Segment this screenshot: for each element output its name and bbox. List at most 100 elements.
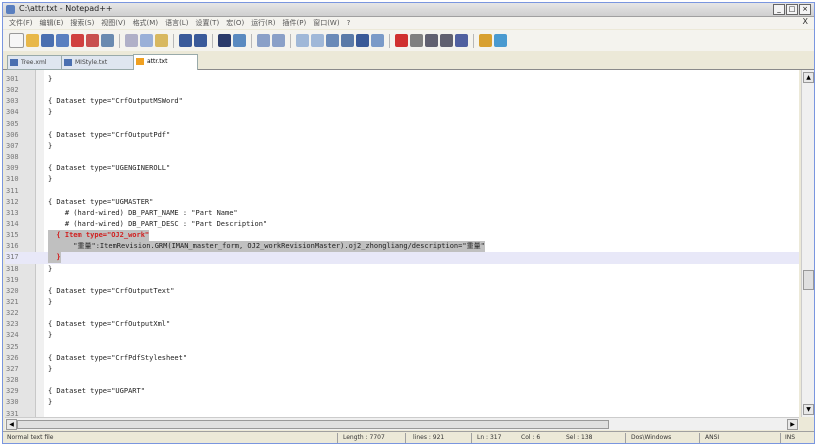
indent-guide-icon[interactable]: [356, 34, 369, 47]
menu-run[interactable]: 运行(R): [251, 18, 275, 28]
scroll-down-icon[interactable]: ▼: [803, 404, 814, 415]
code-line[interactable]: 311: [5, 186, 799, 197]
menu-format[interactable]: 格式(M): [133, 18, 159, 28]
code-line[interactable]: 320 { Dataset type="CrfOutputText": [5, 286, 799, 297]
horizontal-scrollbar[interactable]: ◀ ▶: [5, 417, 799, 430]
print-icon[interactable]: [101, 34, 114, 47]
code-line[interactable]: 305: [5, 119, 799, 130]
menu-help[interactable]: ?: [347, 19, 351, 27]
minimize-button[interactable]: _: [773, 4, 785, 15]
code-line[interactable]: 316 "重量":ItemRevision.GRM(IMAN_master_fo…: [5, 241, 799, 253]
code-line[interactable]: 306 { Dataset type="CrfOutputPdf": [5, 130, 799, 141]
status-line-number: Ln : 317: [477, 434, 502, 441]
run-macro-multiple-icon[interactable]: [440, 34, 453, 47]
code-line[interactable]: 328: [5, 375, 799, 386]
cut-icon[interactable]: [125, 34, 138, 47]
vertical-scroll-thumb[interactable]: [803, 270, 814, 290]
code-line[interactable]: 312 { Dataset type="UGMASTER": [5, 197, 799, 208]
code-line[interactable]: 304}: [5, 107, 799, 118]
code-line[interactable]: 330}: [5, 397, 799, 408]
line-number: 305: [6, 119, 19, 128]
redo-icon[interactable]: [194, 34, 207, 47]
file-icon: [10, 59, 18, 66]
vertical-scrollbar[interactable]: ▲ ▼: [801, 70, 814, 417]
menu-file[interactable]: 文件(F): [9, 18, 33, 28]
menu-view[interactable]: 视图(V): [101, 18, 125, 28]
code-text: }: [48, 108, 53, 117]
spell-check-icon[interactable]: [494, 34, 507, 47]
scroll-right-icon[interactable]: ▶: [787, 419, 798, 430]
menu-plugins[interactable]: 插件(P): [283, 18, 307, 28]
status-lines: lines : 921: [413, 434, 445, 441]
code-line[interactable]: 302: [5, 85, 799, 96]
menu-settings[interactable]: 设置(T): [195, 18, 219, 28]
save-icon[interactable]: [41, 34, 54, 47]
scroll-up-icon[interactable]: ▲: [803, 72, 814, 83]
code-line[interactable]: 322: [5, 308, 799, 319]
code-line[interactable]: 315 { Item type="OJ2_work": [5, 230, 799, 242]
tab-mistyle-txt[interactable]: MIStyle.txt: [61, 55, 134, 70]
menu-close-icon[interactable]: X: [803, 17, 808, 26]
tab-attr-txt[interactable]: attr.txt: [133, 54, 198, 71]
code-line[interactable]: 317 }: [5, 252, 799, 264]
code-line[interactable]: 324}: [5, 330, 799, 341]
code-line[interactable]: 308: [5, 152, 799, 163]
replace-icon[interactable]: [233, 34, 246, 47]
code-line[interactable]: 325: [5, 342, 799, 353]
show-all-chars-icon[interactable]: [341, 34, 354, 47]
code-line[interactable]: 310}: [5, 174, 799, 185]
sync-vertical-icon[interactable]: [296, 34, 309, 47]
line-number: 331: [6, 409, 19, 418]
close-file-icon[interactable]: [71, 34, 84, 47]
code-line[interactable]: 307}: [5, 141, 799, 152]
code-line[interactable]: 321}: [5, 297, 799, 308]
code-line[interactable]: 318}: [5, 264, 799, 275]
code-line[interactable]: 313 # (hard-wired) DB_PART_NAME : "Part …: [5, 208, 799, 219]
code-line[interactable]: 323 { Dataset type="CrfOutputXml": [5, 319, 799, 330]
plugin-icon[interactable]: [479, 34, 492, 47]
text-editor[interactable]: 301} 302 303{ Dataset type="CrfOutputMSWor…: [5, 70, 799, 417]
code-line[interactable]: 326 { Dataset type="CrfPdfStylesheet": [5, 353, 799, 364]
code-line[interactable]: 303 { Dataset type="CrfOutputMSWord": [5, 96, 799, 107]
code-text: { Dataset type="CrfPdfStylesheet": [48, 353, 188, 362]
code-line[interactable]: 314 # (hard-wired) DB_PART_DESC : "Part …: [5, 219, 799, 230]
copy-icon[interactable]: [140, 34, 153, 47]
line-number: 307: [6, 141, 19, 150]
menu-search[interactable]: 搜索(S): [70, 18, 94, 28]
scroll-left-icon[interactable]: ◀: [6, 419, 17, 430]
menu-window[interactable]: 窗口(W): [313, 18, 339, 28]
code-line[interactable]: 329 { Dataset type="UGPART": [5, 386, 799, 397]
zoom-in-icon[interactable]: [257, 34, 270, 47]
maximize-button[interactable]: □: [786, 4, 798, 15]
horizontal-scroll-thumb[interactable]: [17, 420, 609, 429]
close-all-icon[interactable]: [86, 34, 99, 47]
close-button[interactable]: ×: [799, 4, 811, 15]
line-number: 310: [6, 175, 19, 184]
tab-tree-xml[interactable]: Tree.xml: [7, 55, 66, 70]
find-icon[interactable]: [218, 34, 231, 47]
menu-edit[interactable]: 编辑(E): [40, 18, 64, 28]
stop-macro-icon[interactable]: [410, 34, 423, 47]
doc-map-icon[interactable]: [371, 34, 384, 47]
record-macro-icon[interactable]: [395, 34, 408, 47]
code-line[interactable]: 319: [5, 275, 799, 286]
code-line[interactable]: 331: [5, 409, 799, 418]
save-all-icon[interactable]: [56, 34, 69, 47]
play-macro-icon[interactable]: [425, 34, 438, 47]
code-line[interactable]: 301}: [5, 74, 799, 85]
new-file-icon[interactable]: [9, 33, 24, 48]
line-number: 324: [6, 331, 19, 340]
menu-language[interactable]: 语言(L): [165, 18, 188, 28]
status-eol: Dos\Windows: [631, 434, 672, 441]
code-line[interactable]: 309 { Dataset type="UGENGINEROLL": [5, 163, 799, 174]
undo-icon[interactable]: [179, 34, 192, 47]
save-macro-icon[interactable]: [455, 34, 468, 47]
sync-horizontal-icon[interactable]: [311, 34, 324, 47]
open-file-icon[interactable]: [26, 34, 39, 47]
zoom-out-icon[interactable]: [272, 34, 285, 47]
paste-icon[interactable]: [155, 34, 168, 47]
wrap-icon[interactable]: [326, 34, 339, 47]
code-line[interactable]: 327}: [5, 364, 799, 375]
menu-macro[interactable]: 宏(O): [226, 18, 244, 28]
toolbar: [3, 30, 814, 51]
